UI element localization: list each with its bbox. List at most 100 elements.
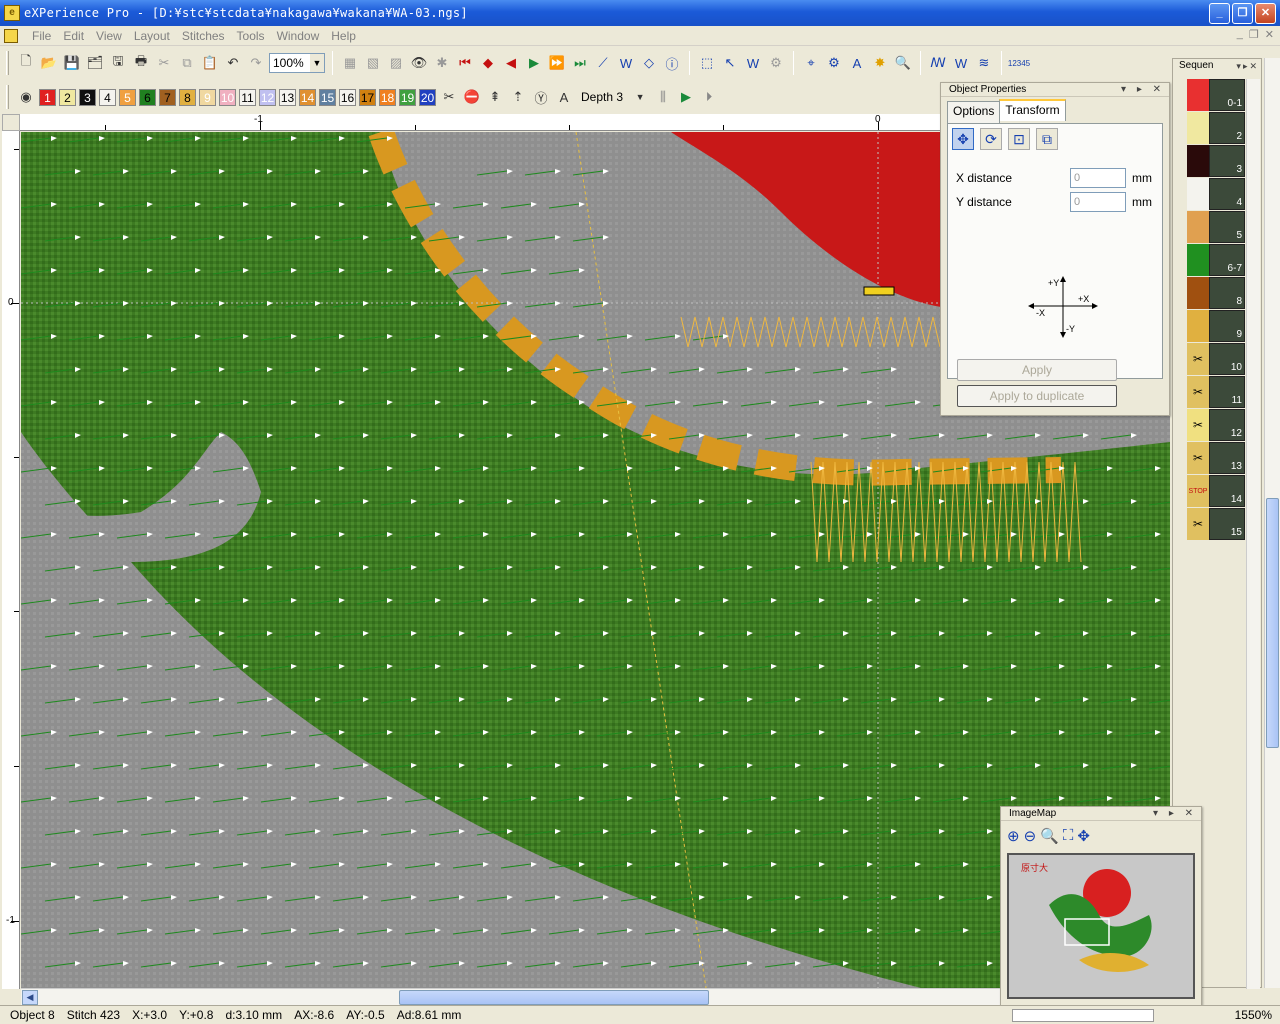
vertical-scroll-thumb[interactable] — [1266, 498, 1279, 748]
mdi-minimize-button[interactable]: _ — [1237, 28, 1243, 41]
stop-icon[interactable]: ⛔ — [462, 86, 482, 108]
text-a-icon[interactable]: A — [554, 86, 574, 108]
align-icon[interactable]: ▦ — [340, 52, 360, 74]
move-icon[interactable]: ✥ — [952, 128, 974, 150]
menu-stitches[interactable]: Stitches — [176, 29, 231, 43]
sequence-item[interactable]: ✂ 12 — [1187, 409, 1249, 442]
sequence-item[interactable]: ✂ 15 — [1187, 508, 1249, 541]
sequence-item[interactable]: 6-7 — [1187, 244, 1249, 277]
color-swatch[interactable]: 19 — [399, 88, 416, 106]
prev-color-icon[interactable]: ◆ — [478, 52, 498, 74]
color-swatch[interactable]: 16 — [339, 88, 356, 106]
gear-icon[interactable]: ⚙ — [824, 52, 844, 74]
menu-file[interactable]: File — [26, 29, 57, 43]
next-stitch-icon[interactable]: ▶ — [524, 52, 544, 74]
sequence-item[interactable]: 8 — [1187, 277, 1249, 310]
maximize-button[interactable]: ❐ — [1232, 3, 1253, 24]
chevron-down-icon[interactable]: ▼ — [310, 54, 324, 72]
menu-help[interactable]: Help — [325, 29, 362, 43]
sequence-item[interactable]: 2 — [1187, 112, 1249, 145]
color-swatch[interactable]: 9 — [199, 88, 216, 106]
toolbar-grip[interactable] — [6, 51, 9, 75]
prev-stitch-icon[interactable]: ◀ — [501, 52, 521, 74]
scale-icon[interactable]: ⊡ — [1008, 128, 1030, 150]
zoom-out-icon[interactable]: ⊖ — [1024, 827, 1037, 845]
horizontal-scrollbar[interactable]: ◀ — [21, 988, 1170, 1005]
last-stitch-icon[interactable]: ⏭ — [570, 52, 590, 74]
fit-icon[interactable]: ⛶ — [1063, 827, 1074, 845]
sequence-item[interactable]: 4 — [1187, 178, 1249, 211]
color-swatch[interactable]: 1 — [39, 88, 56, 106]
copy-icon[interactable]: ⧉ — [177, 52, 197, 74]
zoom-select[interactable]: 100% ▼ — [269, 53, 325, 73]
stitch-select-icon[interactable]: W — [743, 52, 763, 74]
color-swatch[interactable]: 8 — [179, 88, 196, 106]
color-swatch[interactable]: 13 — [279, 88, 296, 106]
sequence-scrollbar[interactable] — [1246, 79, 1260, 989]
menu-layout[interactable]: Layout — [128, 29, 176, 43]
sequence-item[interactable]: 3 — [1187, 145, 1249, 178]
tab-transform[interactable]: Transform — [999, 99, 1066, 121]
apply-button[interactable]: Apply — [957, 359, 1117, 381]
select-arrow-icon[interactable]: ⬚ — [697, 52, 717, 74]
color-swatch[interactable]: 10 — [219, 88, 236, 106]
mirror-icon[interactable]: ⧉ — [1036, 128, 1058, 150]
chevron-down-icon[interactable]: ▼ — [630, 86, 650, 108]
x-distance-input[interactable] — [1070, 168, 1126, 188]
sequence-item[interactable]: ✂ 10 — [1187, 343, 1249, 376]
sequence-item[interactable]: 9 — [1187, 310, 1249, 343]
stitch-type-2-icon[interactable]: W — [951, 52, 971, 74]
text-tool-icon[interactable]: A — [847, 52, 867, 74]
scissors-icon[interactable]: ✂ — [154, 52, 174, 74]
save-as-icon[interactable]: 🗂 — [85, 52, 105, 74]
imagemap-buttons[interactable]: ▾ ▸ ✕ — [1153, 807, 1197, 821]
color-swatch[interactable]: 14 — [299, 88, 316, 106]
sequence-item[interactable]: ✂ 11 — [1187, 376, 1249, 409]
imagemap-view[interactable]: 原寸大 — [1007, 853, 1195, 999]
next-color-icon[interactable]: ⏩ — [547, 52, 567, 74]
menu-edit[interactable]: Edit — [57, 29, 90, 43]
sequence-item[interactable]: ✂ 13 — [1187, 442, 1249, 475]
toolbar-grip[interactable] — [6, 85, 9, 109]
scissors-icon[interactable]: ✂ — [439, 86, 459, 108]
color-swatch[interactable]: 20 — [419, 88, 436, 106]
color-swatch[interactable]: 12 — [259, 88, 276, 106]
panel-buttons[interactable]: ▾ ▸ ✕ — [1121, 83, 1165, 97]
color-swatch[interactable]: 18 — [379, 88, 396, 106]
sequence-item[interactable]: STOP 14 — [1187, 475, 1249, 508]
stitch-type-3-icon[interactable]: ≋ — [974, 52, 994, 74]
needle-up-icon[interactable]: ⇡ — [508, 86, 528, 108]
printer-icon[interactable]: 🖶 — [131, 52, 151, 74]
first-stitch-icon[interactable]: ⏮ — [455, 52, 475, 74]
undo-icon[interactable]: ↶ — [223, 52, 243, 74]
menu-window[interactable]: Window — [271, 29, 326, 43]
sequence-panel-buttons[interactable]: ▾▸✕ — [1236, 59, 1259, 73]
play-icon[interactable]: ▶ — [676, 86, 696, 108]
needle-icon[interactable]: ⟋ — [593, 52, 613, 74]
color-swatch[interactable]: 5 — [119, 88, 136, 106]
sequin-icon[interactable]: Ⓨ — [531, 86, 551, 108]
stitch-type-1-icon[interactable]: ꟿ — [928, 52, 948, 74]
jump-icon[interactable]: ⇞ — [485, 86, 505, 108]
menu-view[interactable]: View — [90, 29, 128, 43]
open-folder-icon[interactable]: 📂 — [39, 52, 59, 74]
vertical-scrollbar[interactable] — [1264, 58, 1280, 988]
sparkle-icon[interactable]: ✸ — [870, 52, 890, 74]
paste-icon[interactable]: 📋 — [200, 52, 220, 74]
sequence-item[interactable]: 5 — [1187, 211, 1249, 244]
tab-options[interactable]: Options — [947, 101, 1001, 123]
color-swatch[interactable]: 11 — [239, 88, 256, 106]
document-icon[interactable] — [4, 28, 18, 43]
info-icon[interactable]: ⓘ — [662, 52, 682, 74]
ole-icon[interactable]: ⚙ — [766, 52, 786, 74]
apply-to-duplicate-button[interactable]: Apply to duplicate — [957, 385, 1117, 407]
pan-icon[interactable]: ✥ — [1077, 827, 1090, 845]
sequence-numbers-icon[interactable]: 12345 — [1008, 52, 1030, 74]
color-swatch[interactable]: 7 — [159, 88, 176, 106]
color-wheel-icon[interactable]: ◉ — [16, 86, 36, 108]
zoom-area-icon[interactable]: 🔍 — [1040, 827, 1059, 845]
zoom-in-icon[interactable]: ⊕ — [1007, 827, 1020, 845]
app-icon[interactable]: e — [4, 5, 20, 21]
step-icon[interactable]: ⏵ — [699, 86, 719, 108]
current-stitch-marker[interactable] — [863, 286, 895, 296]
